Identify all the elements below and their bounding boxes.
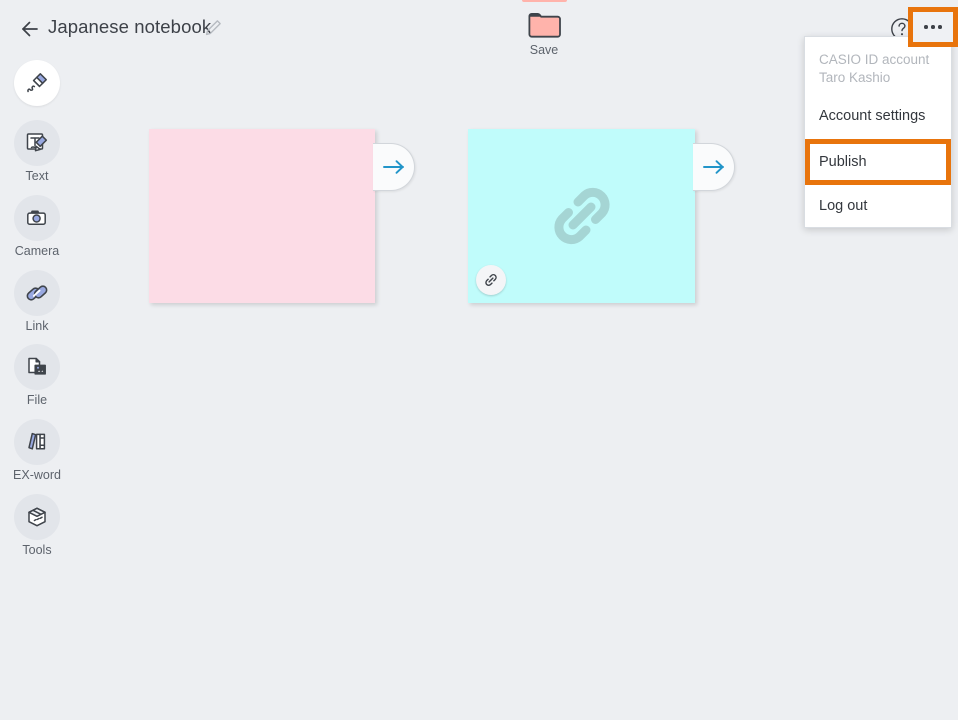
chain-link-badge-icon[interactable]	[476, 265, 506, 295]
app-root: Japanese notebook Save CASIO ID account …	[0, 0, 958, 720]
sidebar-item-pen[interactable]	[0, 60, 74, 106]
sidebar-item-label: Camera	[14, 243, 60, 258]
link-icon	[14, 269, 60, 316]
menu-item-account-settings[interactable]: Account settings	[805, 97, 951, 135]
sidebar-item-text[interactable]: Text	[0, 120, 74, 184]
toolbox-icon	[14, 493, 60, 540]
overflow-highlight-box	[908, 7, 958, 47]
sidebar-item-label: File	[26, 393, 48, 408]
tool-rail: Text Camera Link File EX-word Tools	[0, 60, 74, 720]
account-menu: CASIO ID account Taro Kashio Account set…	[804, 36, 952, 229]
account-label: CASIO ID account	[819, 52, 930, 67]
sidebar-item-label: Text	[25, 169, 49, 183]
pen-icon	[14, 60, 60, 106]
back-arrow-icon[interactable]	[14, 13, 46, 45]
pink-card-next-arrow-button[interactable]	[373, 143, 415, 191]
camera-icon	[14, 194, 60, 241]
cyan-link-card[interactable]	[468, 129, 695, 303]
save-label: Save	[529, 43, 559, 57]
text-icon	[14, 120, 60, 166]
sidebar-item-link[interactable]: Link	[0, 269, 74, 334]
save-button[interactable]: Save	[515, 0, 573, 57]
sidebar-item-label: Tools	[22, 542, 52, 557]
sidebar-item-tools[interactable]: Tools	[0, 493, 74, 558]
sidebar-item-label: EX-word	[13, 468, 61, 482]
sidebar-item-file[interactable]: File	[0, 344, 74, 408]
file-image-icon	[14, 344, 60, 391]
account-name: Taro Kashio	[819, 70, 891, 86]
pencil-edit-icon[interactable]	[202, 17, 224, 39]
cyan-card-next-arrow-button[interactable]	[693, 143, 735, 191]
folder-icon	[515, 4, 573, 46]
menu-item-publish[interactable]: Publish	[810, 144, 946, 180]
ellipsis-icon[interactable]	[913, 12, 953, 42]
sidebar-item-ex-word[interactable]: EX-word	[0, 419, 74, 483]
ellipsis-dots	[924, 25, 942, 29]
publish-highlight-box: Publish	[805, 139, 951, 186]
menu-item-log-out[interactable]: Log out	[805, 187, 951, 225]
books-icon	[14, 419, 60, 465]
pink-note-card[interactable]	[149, 129, 375, 303]
sidebar-item-label: Link	[25, 318, 49, 333]
sidebar-item-camera[interactable]: Camera	[0, 194, 74, 259]
page-title: Japanese notebook	[48, 16, 212, 37]
save-accent-bar	[521, 0, 567, 2]
